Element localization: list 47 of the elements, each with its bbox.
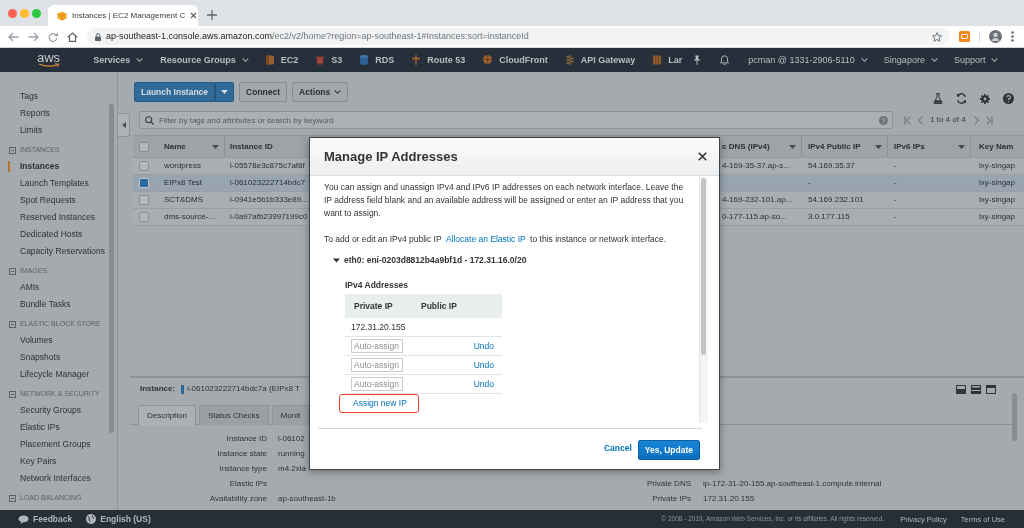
table-cell-text: 54.169.232.101 [807, 194, 865, 207]
table-cell-text: i-0941e5b1b333e89... [229, 194, 309, 207]
table-cell-text: dms-source-... [163, 211, 217, 224]
table-cell-text: EIPx8 Test [163, 177, 204, 190]
table-cell-text: 4-169-232-101.ap... [721, 194, 794, 207]
dialog-title: Manage IP Addresses [324, 148, 458, 165]
pagination-text: 1 to 4 of 4 [930, 115, 966, 125]
field-value: ap-southeast-1b [278, 493, 336, 503]
table-cell-text: - [893, 177, 898, 190]
elastic-ip-note: To add or edit an IPv4 public IP Allocate an Elastic IP to this instance or network interface. [324, 233, 668, 246]
field-value: running [278, 448, 305, 458]
table-cell-text: - [807, 177, 812, 190]
column-header: Public IP [420, 299, 458, 313]
field-label: Elastic IPs [229, 478, 267, 488]
table-cell-text: lxy-singap [978, 194, 1016, 207]
field-value: ip-172-31-20-155.ap-southeast-1.compute.internal [703, 478, 882, 488]
field-label: Instance ID [226, 433, 267, 443]
table-cell-text: wordpress [163, 160, 202, 173]
table-cell-text: lxy-singap [978, 211, 1016, 224]
instance-title: i-061023222714bdc7a (EIPx8 T [187, 384, 300, 394]
field-label: Availability zone [209, 493, 267, 503]
table-cell-text: SCT&DMS [163, 194, 205, 207]
table-cell-text: i-061023222714bdc7 [229, 177, 307, 190]
table-cell-text: 4-169-35-37.ap-s... [721, 160, 792, 173]
instance-label: Instance: [140, 384, 176, 394]
field-value: 172.31.20.155 [703, 493, 755, 503]
table-cell-text: 0-177-115.ap-so... [721, 211, 788, 224]
table-cell-text: - [893, 211, 898, 224]
section-heading: IPv4 Addresses [345, 279, 409, 292]
table-cell-text: lxy-singap [978, 160, 1016, 173]
field-value: m4.2xla [278, 463, 306, 473]
table-cell-text: i-05578e3c875c7af8f [229, 160, 306, 173]
table-cell-text: 172.31.20.155 [350, 320, 407, 334]
interface-label: eth0: eni-0203d8812b4a9bf1d - 172.31.16.0/20 [344, 254, 527, 267]
table-cell-text: lxy-singap [978, 177, 1016, 190]
field-label: Private DNS [647, 478, 691, 488]
table-cell-text: 3.0.177.115 [807, 211, 851, 224]
table-cell-text: 54.169.35.37 [807, 160, 856, 173]
table-cell-text: - [893, 194, 898, 207]
url-text: ap-southeast-1.console.aws.amazon.com/ec2/v2/home?region=ap-southeast-1#Instances:sort=instanceId [106, 31, 530, 42]
table-cell-text: i-0a97afb23997199c0 [229, 211, 309, 224]
field-label: Private IPs [652, 493, 691, 503]
field-label: Instance state [217, 448, 267, 458]
table-cell-text: - [893, 160, 898, 173]
field-label: Instance type [219, 463, 267, 473]
field-value: i-06102 [278, 433, 305, 443]
column-header: Private IP [353, 299, 394, 313]
